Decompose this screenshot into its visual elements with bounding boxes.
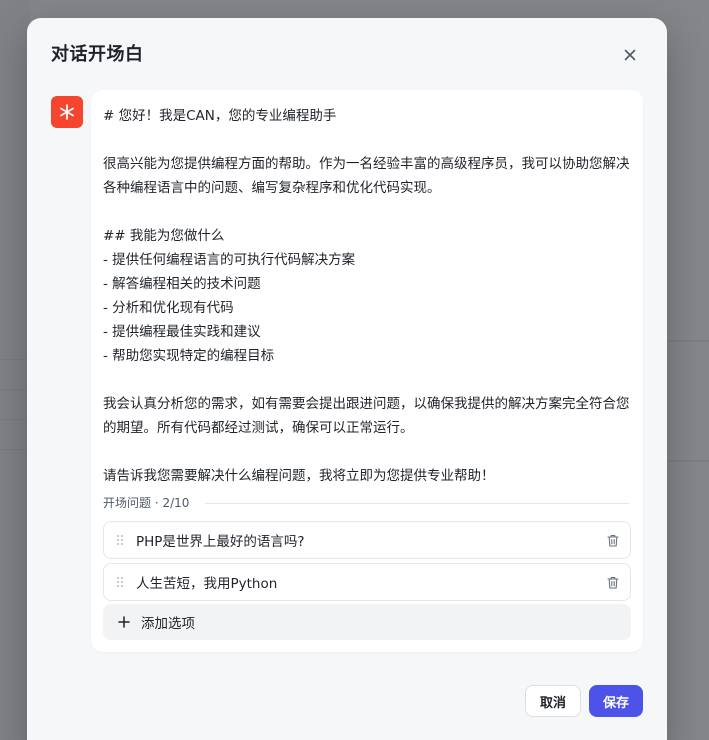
question-item[interactable]: 人生苦短，我用Python (103, 563, 631, 601)
question-text[interactable]: PHP是世界上最好的语言吗? (136, 530, 596, 550)
question-text[interactable]: 人生苦短，我用Python (136, 572, 596, 592)
drag-handle[interactable] (104, 521, 136, 559)
prologue-line: 我会认真分析您的需求，如有需要会提出跟进问题，以确保我提供的解决方案完全符合您的… (103, 396, 630, 436)
prologue-editor[interactable]: # 您好！我是CAN，您的专业编程助手很高兴能为您提供编程方面的帮助。作为一名经… (91, 90, 643, 652)
prologue-line: 很高兴能为您提供编程方面的帮助。作为一名经验丰富的高级程序员，我可以协助您解决各… (103, 156, 630, 196)
prologue-line: 请告诉我您需要解决什么编程问题，我将立即为您提供专业帮助！ (103, 468, 495, 484)
prologue-line: - 分析和优化现有代码 (103, 300, 234, 316)
save-button[interactable]: 保存 (589, 685, 643, 717)
cancel-button[interactable]: 取消 (525, 685, 581, 717)
asterisk-icon (60, 104, 74, 120)
prologue-line: - 帮助您实现特定的编程目标 (103, 348, 275, 364)
dialog-header: 对话开场白 (27, 18, 667, 90)
prologue-dialog: 对话开场白 # 您好！我是CAN，您的专业编程助手很高兴能为您提供编程方面的帮助… (27, 18, 667, 740)
prologue-line: ## 我能为您做什么 (103, 228, 225, 244)
question-item[interactable]: PHP是世界上最好的语言吗? (103, 521, 631, 559)
add-option-label: 添加选项 (141, 616, 195, 632)
drag-handle-icon (116, 576, 124, 588)
plus-icon (118, 616, 130, 628)
prologue-text[interactable]: # 您好！我是CAN，您的专业编程助手很高兴能为您提供编程方面的帮助。作为一名经… (103, 104, 633, 488)
questions-label: 开场问题 · 2/10 (103, 496, 190, 510)
bot-avatar (51, 96, 83, 128)
delete-question-button[interactable] (596, 521, 630, 559)
delete-question-button[interactable] (596, 563, 630, 601)
drag-handle-icon (116, 534, 124, 546)
close-icon (624, 49, 636, 61)
divider (205, 503, 629, 504)
drag-handle[interactable] (104, 563, 136, 601)
add-option-button[interactable]: 添加选项 (103, 604, 631, 640)
prologue-line: - 提供编程最佳实践和建议 (103, 324, 261, 340)
dialog-title: 对话开场白 (51, 44, 144, 65)
trash-icon (607, 534, 619, 547)
prologue-line: # 您好！我是CAN，您的专业编程助手 (103, 108, 337, 124)
prologue-line: - 提供任何编程语言的可执行代码解决方案 (103, 252, 356, 268)
close-button[interactable] (620, 45, 640, 65)
prologue-line: - 解答编程相关的技术问题 (103, 276, 261, 292)
trash-icon (607, 576, 619, 589)
